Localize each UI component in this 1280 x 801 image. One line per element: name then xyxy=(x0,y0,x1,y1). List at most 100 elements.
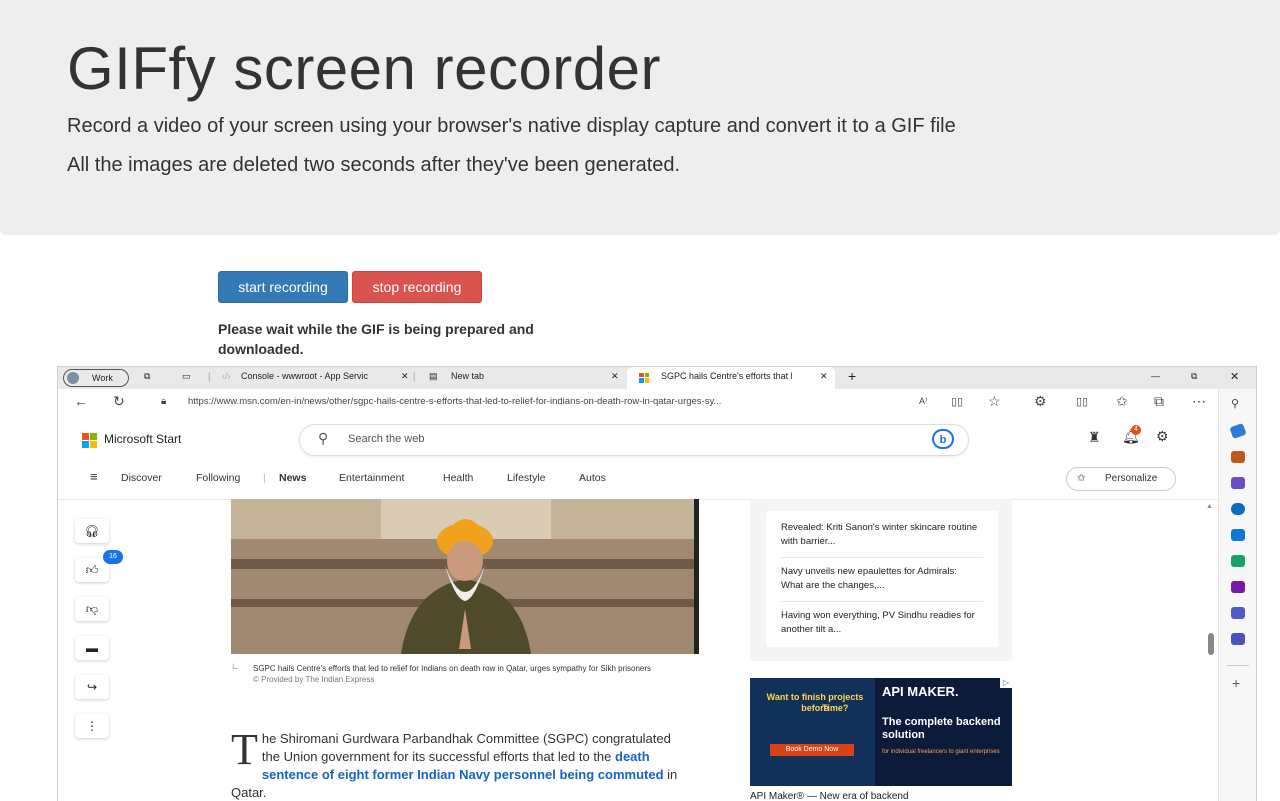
nav-entertainment[interactable]: Entertainment xyxy=(339,472,404,484)
rewards-icon[interactable]: ♜ xyxy=(1088,429,1101,446)
outlook-icon[interactable] xyxy=(1231,529,1245,541)
page-title: GIFfy screen recorder xyxy=(67,35,662,102)
comment-icon[interactable]: ▬ xyxy=(75,636,109,660)
extensions-icon[interactable]: ⚙︎ xyxy=(1034,393,1047,410)
drop-icon[interactable] xyxy=(1231,555,1245,567)
tab-divider: | xyxy=(413,371,416,381)
nav-lifestyle[interactable]: Lifestyle xyxy=(507,472,546,484)
more-options-icon[interactable]: ⋮ xyxy=(75,714,109,738)
code-icon: ‹/› xyxy=(222,371,231,381)
favorites-icon[interactable]: ✩ xyxy=(1116,393,1128,410)
restore-icon[interactable]: ⧉ xyxy=(1191,371,1197,382)
article-text-start: he Shiromani Gurdwara Parbandhak Committ… xyxy=(261,731,671,764)
reader-icon[interactable]: ▯▯ xyxy=(951,395,963,408)
nav-autos[interactable]: Autos xyxy=(579,472,606,484)
msn-page: Microsoft Start ⚲ Search the web b ♜ 🔔︎ … xyxy=(58,415,1218,801)
tab-actions-icon[interactable]: ▭ xyxy=(182,371,191,382)
status-message: Please wait while the GIF is being prepa… xyxy=(218,321,534,357)
ad-sub: for individual freelancers to giant ente… xyxy=(882,749,1000,755)
divider xyxy=(781,601,983,602)
settings-icon[interactable]: ⚙︎ xyxy=(1156,428,1169,445)
nav-news[interactable]: News xyxy=(279,472,306,484)
list-item[interactable]: Having won everything, PV Sindhu readies… xyxy=(781,609,981,637)
onenote-icon[interactable] xyxy=(1231,581,1245,593)
collections-icon[interactable]: ⧉ xyxy=(1154,393,1164,410)
tag-icon[interactable] xyxy=(1229,422,1247,440)
caption-corner-icon: ∟ xyxy=(231,661,240,671)
page-subtitle: Record a video of your screen using your… xyxy=(67,115,956,137)
ad-time: Time? xyxy=(822,703,849,713)
back-icon[interactable]: ← xyxy=(74,393,88,409)
nav-divider: | xyxy=(263,472,266,484)
dislike-icon[interactable]: 👎︎ xyxy=(75,597,109,621)
close-window-icon[interactable]: ✕ xyxy=(1230,370,1239,383)
divider xyxy=(1227,665,1249,666)
page-icon: ▤ xyxy=(429,371,438,381)
tab-new-tab[interactable]: New tab xyxy=(451,371,484,381)
read-aloud-icon[interactable]: A⁾ xyxy=(919,396,927,407)
caption-text: SGPC hails Centre's efforts that led to … xyxy=(253,664,652,673)
workspaces-icon[interactable]: ⧉ xyxy=(144,371,150,382)
drop-cap: T xyxy=(231,725,258,774)
teams-alt-icon[interactable] xyxy=(1231,633,1245,645)
close-icon[interactable]: ✕ xyxy=(611,371,619,382)
advertisement[interactable]: Want to finish projects before Time? Boo… xyxy=(750,678,1012,786)
nav-following[interactable]: Following xyxy=(196,472,240,484)
new-tab-button[interactable]: + xyxy=(848,368,856,384)
nav-discover[interactable]: Discover xyxy=(121,472,162,484)
tab-console[interactable]: Console - wwwroot - App Servic xyxy=(241,371,368,381)
image-provider: © Provided by The Indian Express xyxy=(253,675,375,684)
divider xyxy=(781,557,983,558)
search-icon[interactable]: ⚲ xyxy=(1231,397,1239,410)
ad-brand: API MAKER. xyxy=(882,684,959,699)
image-caption: SGPC hails Centre's efforts that led to … xyxy=(253,663,653,685)
microsoft-logo-icon xyxy=(639,372,649,383)
tab-active[interactable]: SGPC hails Centre's efforts that l ✕ xyxy=(627,367,835,389)
split-screen-icon[interactable]: ▯▯ xyxy=(1076,395,1088,408)
toolbox-icon[interactable] xyxy=(1231,451,1245,463)
search-input[interactable]: ⚲ Search the web b xyxy=(299,424,969,456)
share-icon[interactable]: ↪ xyxy=(75,675,109,699)
personalize-button[interactable]: ✩ Personalize xyxy=(1066,467,1176,491)
search-placeholder: Search the web xyxy=(348,433,425,445)
headphones-icon[interactable]: 🎧︎ xyxy=(75,519,109,543)
brand-name[interactable]: Microsoft Start xyxy=(104,432,181,446)
scrollbar-thumb[interactable] xyxy=(1208,633,1214,655)
favorite-icon[interactable]: ☆ xyxy=(988,393,1001,410)
minimize-icon[interactable]: — xyxy=(1151,371,1160,381)
menu-icon[interactable]: ≡ xyxy=(90,469,98,484)
refresh-icon[interactable]: ↻ xyxy=(113,393,125,410)
stop-recording-button[interactable]: stop recording xyxy=(352,271,482,303)
msn-header: Microsoft Start ⚲ Search the web b ♜ 🔔︎ … xyxy=(58,415,1218,500)
tab-msn: SGPC hails Centre's efforts that l xyxy=(661,371,793,381)
bing-icon[interactable]: b xyxy=(932,429,954,449)
add-icon[interactable]: + xyxy=(1232,675,1240,691)
edge-sidebar: ⚲ + xyxy=(1218,389,1256,801)
portrait-illustration xyxy=(231,499,699,654)
article-image[interactable] xyxy=(231,499,699,654)
like-count-badge: 16 xyxy=(103,550,123,564)
profile-button[interactable]: Work xyxy=(63,369,129,387)
scroll-up-icon[interactable]: ▲ xyxy=(1206,503,1213,510)
nav-health[interactable]: Health xyxy=(443,472,473,484)
article-body: The Shiromani Gurdwara Parbandhak Commit… xyxy=(231,725,691,801)
personalize-icon: ✩ xyxy=(1077,473,1086,484)
teams-icon[interactable] xyxy=(1231,607,1245,619)
start-recording-button[interactable]: start recording xyxy=(218,271,348,303)
personalize-label: Personalize xyxy=(1105,473,1158,484)
list-item[interactable]: Navy unveils new epaulettes for Admirals… xyxy=(781,565,981,593)
copilot-sidebar-icon[interactable] xyxy=(1231,503,1245,515)
url-field[interactable]: https://www.msn.com/en-in/news/other/sgp… xyxy=(188,396,721,407)
ad-choices-icon[interactable]: ▷ xyxy=(1000,678,1012,688)
avatar xyxy=(67,372,79,384)
ad-cta[interactable]: Book Demo Now xyxy=(770,744,854,756)
people-icon[interactable] xyxy=(1231,477,1245,489)
close-icon[interactable]: ✕ xyxy=(401,371,409,382)
lock-icon[interactable]: 🔒︎ xyxy=(161,396,166,407)
profile-label: Work xyxy=(92,373,113,383)
list-item[interactable]: Revealed: Kriti Sanon's winter skincare … xyxy=(781,521,981,549)
related-list: Revealed: Kriti Sanon's winter skincare … xyxy=(766,511,998,647)
close-icon[interactable]: ✕ xyxy=(820,371,828,382)
more-icon[interactable]: ⋯ xyxy=(1192,393,1206,410)
tab-divider: | xyxy=(208,371,211,381)
